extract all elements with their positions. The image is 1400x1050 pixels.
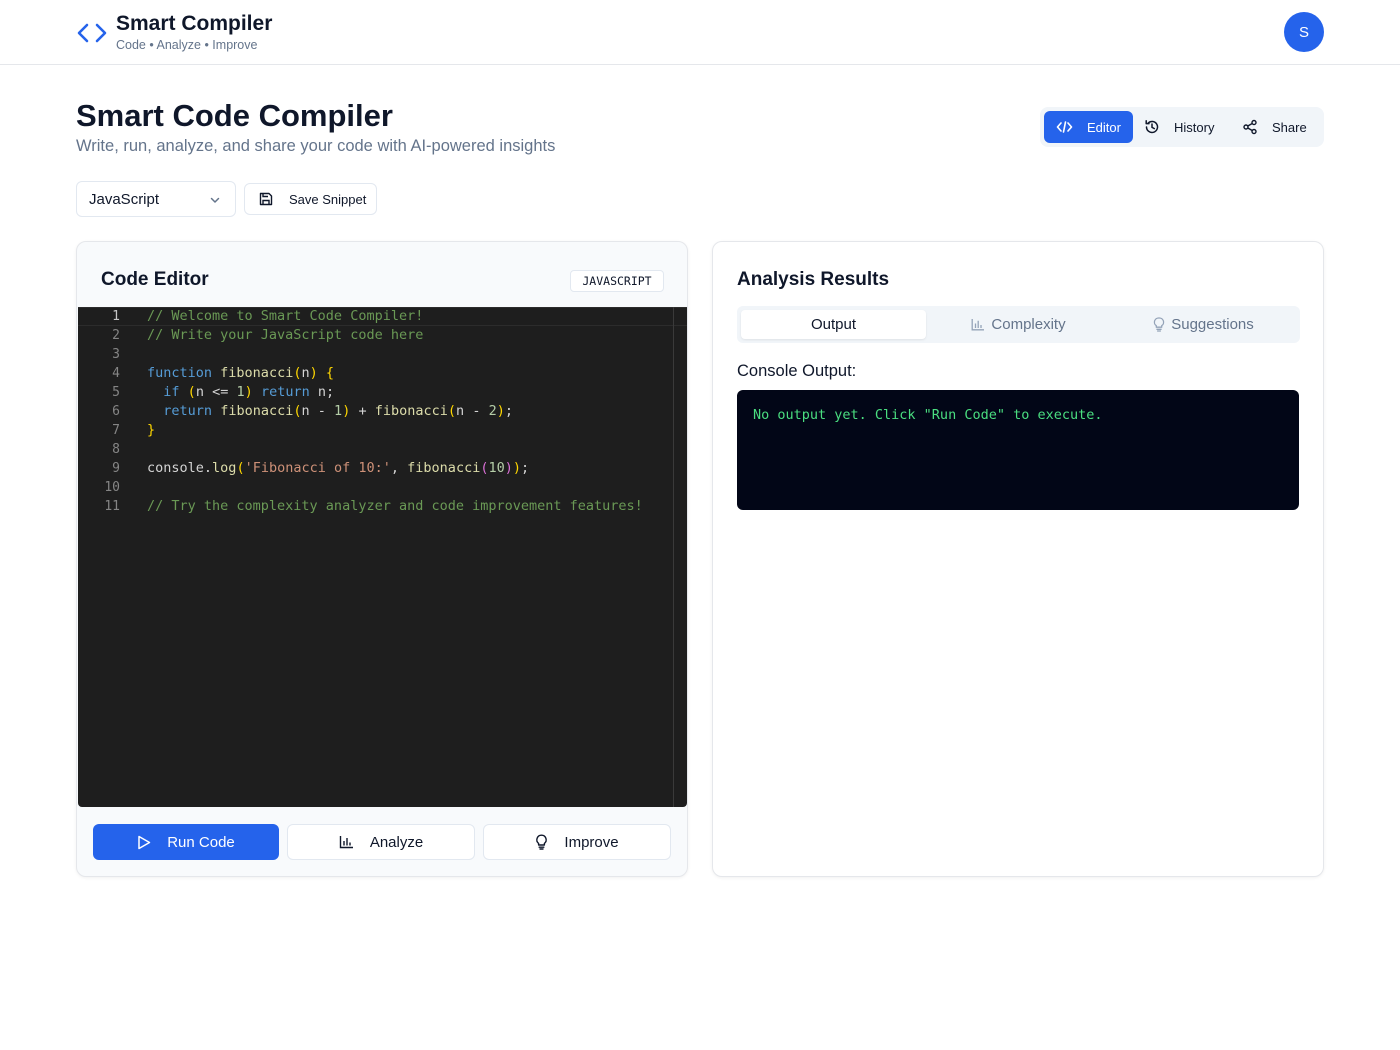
tab-editor-label: Editor [1087,119,1121,135]
code-line: if (n <= 1) return n; [163,384,335,400]
chevron-down-icon [210,197,220,203]
code-line: function fibonacci(n) { [147,365,335,381]
save-icon [259,192,273,206]
run-code-button[interactable]: Run Code [93,824,279,860]
code-line: } [147,422,156,438]
code-line: // Welcome to Smart Code Compiler! [147,308,424,324]
line-number-gutter: 1 2 3 4 5 6 7 8 9 10 11 [78,307,128,516]
brand-text: Smart Compiler Code • Analyze • Improve [116,12,272,54]
code-line: // Write your JavaScript code here [147,327,424,343]
analyze-button[interactable]: Analyze [287,824,475,860]
page-title: Smart Code Compiler [76,98,393,133]
bar-chart-icon [971,319,985,331]
tab-suggestions-label: Suggestions [1171,316,1254,333]
brand-title: Smart Compiler [116,12,273,35]
tab-suggestions[interactable]: Suggestions [1111,310,1296,339]
tab-output[interactable]: Output [741,310,926,339]
code-brackets-icon [76,17,108,49]
console-output-text: No output yet. Click "Run Code" to execu… [753,407,1103,423]
line-number: 6 [112,404,120,419]
page-subtitle: Write, run, analyze, and share your code… [76,137,556,155]
tab-history[interactable]: History [1144,111,1224,143]
lightbulb-icon [536,834,548,850]
play-icon [138,835,151,849]
view-tabs: Editor History Share [1040,107,1324,147]
code-line: ​ [147,345,643,364]
analyze-label: Analyze [369,833,424,851]
line-number: 9 [112,461,120,476]
code-line: ​ [147,440,643,459]
language-select[interactable]: JavaScript [76,181,236,217]
top-navbar: Smart Compiler Code • Analyze • Improve … [0,0,1400,65]
line-number: 11 [104,499,120,514]
line-number: 7 [112,423,120,438]
code-line: ​ [147,478,643,497]
results-tabs: Output Complexity Suggestions [737,306,1300,343]
brand-subtitle: Code • Analyze • Improve [116,38,258,52]
line-number: 1 [112,309,120,324]
tab-complexity[interactable]: Complexity [926,310,1111,339]
line-number: 2 [112,328,120,343]
brand[interactable]: Smart Compiler Code • Analyze • Improve [76,12,272,54]
analysis-results-title: Analysis Results [737,269,890,290]
user-avatar[interactable]: S [1284,12,1324,52]
analysis-results-card: Analysis Results Output Complexity Sugge… [712,241,1324,877]
console-output: No output yet. Click "Run Code" to execu… [737,390,1299,510]
code-editor-title: Code Editor [101,269,209,290]
line-number: 5 [112,385,120,400]
code-editor-card: Code Editor JAVASCRIPT 1 2 3 4 5 6 7 8 9… [76,241,688,877]
console-output-label: Console Output: [737,362,857,380]
code-line: console.log('Fibonacci of 10:', fibonacc… [147,460,530,476]
tab-output-label: Output [810,316,857,333]
language-badge: JAVASCRIPT [570,270,664,292]
tab-share-label: Share [1272,119,1307,135]
share-icon [1243,119,1257,135]
save-snippet-label: Save Snippet [289,191,367,207]
improve-label: Improve [564,833,619,851]
tab-editor[interactable]: Editor [1044,111,1133,143]
run-code-label: Run Code [167,833,235,851]
history-icon [1145,120,1159,134]
line-number: 8 [112,442,120,457]
improve-button[interactable]: Improve [483,824,671,860]
code-line: return fibonacci(n - 1) + fibonacci(n - … [163,403,514,419]
language-select-value: JavaScript [89,190,160,208]
code-lines: // Welcome to Smart Code Compiler! // Wr… [147,307,643,516]
code-icon [1056,121,1073,133]
save-snippet-button[interactable]: Save Snippet [244,183,377,215]
bar-chart-icon [339,836,353,849]
line-number: 3 [112,347,120,362]
line-number: 10 [104,480,120,495]
tab-history-label: History [1174,119,1215,135]
tab-share[interactable]: Share [1242,111,1318,143]
line-number: 4 [112,366,120,381]
code-line: // Try the complexity analyzer and code … [147,498,643,514]
editor-scrollbar[interactable] [673,307,674,807]
tab-complexity-label: Complexity [991,316,1066,333]
code-editor[interactable]: 1 2 3 4 5 6 7 8 9 10 11 // Welcome to Sm… [78,307,687,807]
lightbulb-icon [1154,317,1165,332]
